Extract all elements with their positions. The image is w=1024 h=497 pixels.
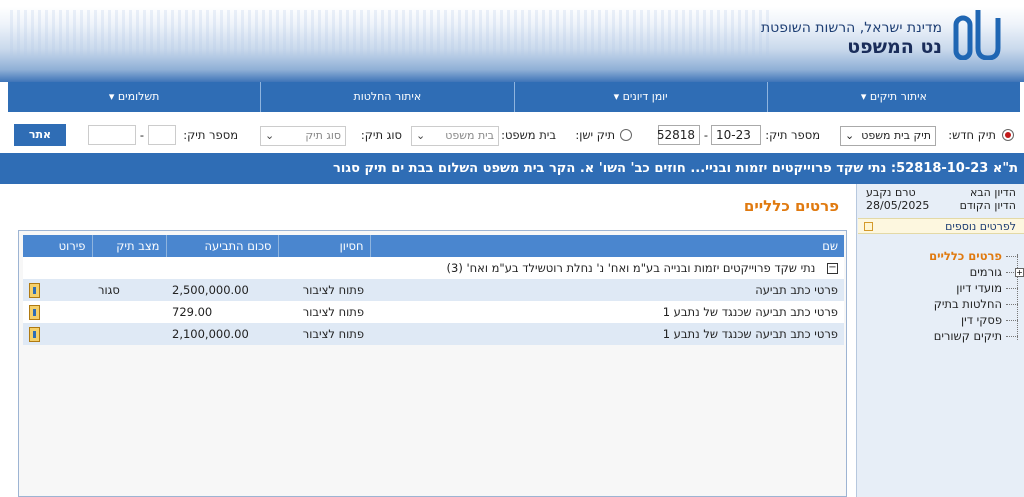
table-row: פרטי כתב תביעה שכנגד של נתבע 1 פתוח לציב… — [23, 323, 844, 345]
main-nav: איתור תיקים ▾ יומן דיונים ▾ איתור החלטות… — [8, 82, 1020, 112]
case-search-bar: תיק חדש: תיק בית משפט ⌄ מספר תיק: 10-23 -… — [0, 118, 1024, 150]
case-nav-tree: פרטים כלליים + גורמים מועדי דיון החלטות … — [858, 248, 1024, 344]
net-hamishpat-logo-icon — [953, 10, 1001, 60]
new-case-radio[interactable] — [1002, 129, 1014, 141]
case-number-input[interactable]: 52818 — [657, 125, 700, 145]
court-select[interactable]: בית משפט ⌄ — [411, 126, 499, 146]
old-case-number-part2-input[interactable] — [88, 125, 136, 145]
col-privacy[interactable]: חסיון — [277, 235, 370, 257]
more-details-link[interactable]: לפרטים נוספים — [858, 218, 1024, 234]
old-case-label: תיק ישן: — [575, 128, 615, 142]
row-amount: 2,500,000.00 — [166, 279, 278, 301]
col-details[interactable]: פירוט — [23, 235, 92, 257]
tree-general-details[interactable]: פרטים כלליים — [858, 248, 1024, 264]
details-doc-icon[interactable] — [29, 326, 40, 342]
table-row: פרטי כתב תביעה פתוח לציבור 2,500,000.00 … — [23, 279, 844, 301]
details-icon — [864, 222, 873, 231]
expand-plus-icon[interactable]: + — [1015, 268, 1024, 277]
row-privacy: פתוח לציבור — [278, 279, 370, 301]
new-case-type-select[interactable]: תיק בית משפט ⌄ — [840, 126, 936, 146]
tree-decisions[interactable]: החלטות בתיק — [858, 296, 1024, 312]
row-amount: 729.00 — [166, 301, 278, 323]
group-row: − נתי שקד פרוייקטים יזמות ובנייה בע"מ וא… — [23, 257, 844, 279]
group-label: נתי שקד פרוייקטים יזמות ובנייה בע"מ ואח'… — [446, 261, 816, 275]
details-doc-icon[interactable] — [29, 282, 40, 298]
chevron-down-icon: ⌄ — [416, 129, 426, 142]
general-details-table: שם חסיון סכום התביעה מצב תיק פירוט − נתי… — [23, 235, 844, 345]
nav-hearing-diary[interactable]: יומן דיונים ▾ — [513, 82, 767, 112]
find-button[interactable]: אתר — [14, 124, 66, 146]
section-title: פרטים כלליים — [743, 197, 839, 215]
nav-payments[interactable]: תשלומים ▾ — [8, 82, 260, 112]
header-banner-pattern — [10, 10, 770, 58]
next-hearing-label: הדיון הבא — [969, 186, 1016, 199]
tree-hearing-dates[interactable]: מועדי דיון — [858, 280, 1024, 296]
row-status: סגור — [92, 279, 166, 301]
old-case-number-part1-input[interactable] — [148, 125, 176, 145]
nav-find-decisions[interactable]: איתור החלטות — [260, 82, 513, 112]
hearing-summary: הדיון הבא טרם נקבע הדיון הקודם 28/05/202… — [858, 186, 1024, 212]
row-status — [92, 301, 166, 323]
new-case-label: תיק חדש: — [948, 128, 996, 142]
tree-related-cases[interactable]: תיקים קשורים — [858, 328, 1024, 344]
col-case-status[interactable]: מצב תיק — [91, 235, 166, 257]
case-sidebar: הדיון הבא טרם נקבע הדיון הקודם 28/05/202… — [856, 184, 1024, 497]
case-title-bar: ת"א 52818-10-23: נתי שקד פרוייקטים יזמות… — [0, 153, 1024, 184]
case-type-select[interactable]: סוג תיק ⌄ — [260, 126, 346, 146]
tree-parties[interactable]: + גורמים — [858, 264, 1024, 280]
col-name[interactable]: שם — [369, 235, 844, 257]
case-number-month-year-input[interactable]: 10-23 — [711, 125, 761, 145]
site-header: מדינת ישראל, הרשות השופטת נט המשפט — [0, 0, 1024, 82]
table-row: פרטי כתב תביעה שכנגד של נתבע 1 פתוח לציב… — [23, 301, 844, 323]
collapse-minus-icon[interactable]: − — [827, 263, 838, 274]
row-name: פרטי כתב תביעה שכנגד של נתבע 1 — [370, 323, 844, 345]
old-case-number-label: מספר תיק: — [183, 128, 238, 142]
court-label: בית משפט: — [501, 128, 556, 142]
prev-hearing-value: 28/05/2025 — [866, 199, 930, 212]
general-details-panel: שם חסיון סכום התביעה מצב תיק פירוט − נתי… — [18, 230, 847, 497]
row-status — [92, 323, 166, 345]
tree-verdicts[interactable]: פסקי דין — [858, 312, 1024, 328]
org-line: מדינת ישראל, הרשות השופטת — [760, 20, 942, 36]
row-privacy: פתוח לציבור — [278, 301, 370, 323]
row-name: פרטי כתב תביעה שכנגד של נתבע 1 — [370, 301, 844, 323]
col-claim-amount[interactable]: סכום התביעה — [165, 235, 278, 257]
details-doc-icon[interactable] — [29, 304, 40, 320]
system-name: נט המשפט — [847, 36, 942, 58]
row-name: פרטי כתב תביעה — [370, 279, 844, 301]
prev-hearing-label: הדיון הקודם — [959, 199, 1016, 212]
row-privacy: פתוח לציבור — [278, 323, 370, 345]
next-hearing-value: טרם נקבע — [866, 186, 916, 199]
chevron-down-icon: ⌄ — [845, 129, 855, 142]
case-type-label: סוג תיק: — [360, 128, 402, 142]
row-amount: 2,100,000.00 — [166, 323, 278, 345]
case-number-label: מספר תיק: — [765, 128, 820, 142]
old-case-radio[interactable] — [620, 129, 632, 141]
nav-find-cases[interactable]: איתור תיקים ▾ — [766, 82, 1020, 112]
chevron-down-icon: ⌄ — [265, 129, 275, 142]
